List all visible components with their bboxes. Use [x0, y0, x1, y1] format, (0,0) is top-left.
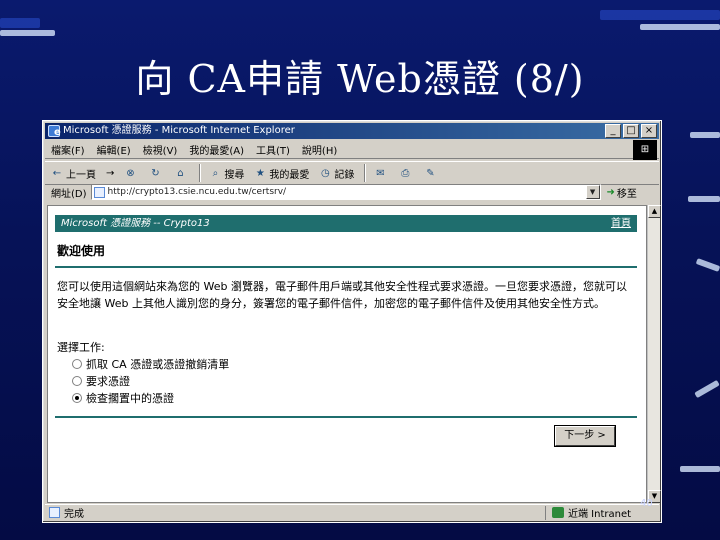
- intranet-zone-icon: [552, 507, 564, 518]
- menu-tools[interactable]: 工具(T): [256, 142, 290, 157]
- history-icon: ◷: [321, 167, 330, 179]
- task-option-request-cert[interactable]: 要求憑證: [72, 372, 229, 389]
- page-content: Microsoft 憑證服務 -- Crypto13 首頁 歡迎使用 您可以使用…: [47, 205, 647, 503]
- menu-view[interactable]: 檢視(V): [143, 142, 178, 157]
- decor-streak: [680, 466, 720, 472]
- decor-streak: [640, 24, 720, 30]
- print-icon: ⎙: [401, 167, 410, 179]
- search-button[interactable]: ⌕ 搜尋: [209, 166, 245, 181]
- task-option-download-ca[interactable]: 抓取 CA 憑證或憑證撤銷清單: [72, 355, 229, 372]
- radio-button[interactable]: [72, 375, 82, 386]
- history-button[interactable]: ◷ 記錄: [319, 166, 354, 181]
- radio-button[interactable]: [72, 358, 82, 369]
- slide-title: 向 CA申請 Web憑證 (8/): [135, 57, 585, 101]
- stop-button[interactable]: ⊗: [124, 167, 139, 179]
- zone-text: 近端 Intranet: [568, 509, 632, 520]
- mail-icon: ✉: [376, 167, 385, 179]
- refresh-icon: ↻: [151, 167, 160, 179]
- next-button[interactable]: 下一步 >: [554, 425, 616, 447]
- vertical-scrollbar[interactable]: ▲ ▼: [647, 205, 661, 503]
- home-button[interactable]: ⌂: [174, 167, 189, 179]
- divider: [55, 266, 637, 268]
- address-input[interactable]: http://crypto13.csie.ncu.edu.tw/certsrv/…: [90, 184, 601, 200]
- intro-text: 您可以使用這個網站來為您的 Web 瀏覽器，電子郵件用戶端或其他安全性程式要求憑…: [57, 280, 627, 310]
- minimize-button[interactable]: _: [605, 124, 621, 138]
- toolbar-separator: [364, 164, 367, 182]
- menu-bar: 檔案(F) 編輯(E) 檢視(V) 我的最愛(A) 工具(T) 說明(H): [45, 141, 659, 159]
- star-icon: ★: [255, 167, 265, 179]
- back-button[interactable]: ← 上一頁: [51, 166, 96, 181]
- decor-streak: [694, 379, 720, 399]
- slide-page-number: 40: [640, 498, 653, 509]
- menu-edit[interactable]: 編輯(E): [97, 142, 131, 157]
- decor-streak: [688, 196, 720, 202]
- task-label: 選擇工作:: [57, 341, 105, 354]
- radio-button-selected[interactable]: [72, 392, 82, 403]
- menu-favorites[interactable]: 我的最愛(A): [189, 142, 244, 157]
- cert-service-title: Microsoft 憑證服務 -- Crypto13: [61, 218, 210, 229]
- status-bar: 完成 近端 Intranet: [45, 504, 659, 520]
- window-titlebar[interactable]: e Microsoft 憑證服務 - Microsoft Internet Ex…: [45, 123, 659, 139]
- scroll-up-icon[interactable]: ▲: [648, 205, 661, 218]
- maximize-button[interactable]: □: [623, 124, 639, 138]
- stop-icon: ⊗: [126, 167, 135, 179]
- forward-button[interactable]: →: [106, 168, 114, 179]
- close-button[interactable]: ×: [641, 124, 657, 138]
- print-button[interactable]: ⎙: [399, 167, 414, 179]
- decor-streak: [695, 258, 720, 272]
- cert-service-header: Microsoft 憑證服務 -- Crypto13 首頁: [55, 215, 637, 232]
- decor-streak: [600, 10, 720, 20]
- toolbar-separator: [199, 164, 202, 182]
- decor-streak: [0, 30, 55, 36]
- decor-streak: [690, 132, 720, 138]
- ie-icon: e: [48, 125, 61, 138]
- page-icon: [93, 186, 105, 198]
- go-button[interactable]: ➜ 移至: [607, 185, 637, 200]
- chevron-down-icon[interactable]: ▼: [585, 185, 600, 199]
- back-arrow-icon: ←: [52, 167, 62, 179]
- divider: [55, 416, 637, 418]
- address-bar: 網址(D) http://crypto13.csie.ncu.edu.tw/ce…: [45, 181, 659, 203]
- edit-button[interactable]: ✎: [424, 167, 439, 179]
- task-option-check-pending[interactable]: 檢查擱置中的憑證: [72, 389, 229, 406]
- task-list: 抓取 CA 憑證或憑證撤銷清單 要求憑證 檢查擱置中的憑證: [72, 355, 229, 406]
- home-link[interactable]: 首頁: [611, 215, 631, 232]
- decor-streak: [0, 18, 40, 28]
- favorites-button[interactable]: ★ 我的最愛: [254, 166, 309, 181]
- status-text: 完成: [64, 509, 84, 520]
- refresh-button[interactable]: ↻: [149, 167, 164, 179]
- mail-button[interactable]: ✉: [374, 167, 389, 179]
- go-arrow-icon: ➜: [606, 186, 615, 198]
- search-icon: ⌕: [212, 167, 219, 179]
- address-url: http://crypto13.csie.ncu.edu.tw/certsrv/: [107, 187, 287, 197]
- address-label: 網址(D): [51, 188, 87, 200]
- welcome-heading: 歡迎使用: [57, 244, 106, 258]
- menu-help[interactable]: 說明(H): [302, 142, 337, 157]
- browser-window: e Microsoft 憑證服務 - Microsoft Internet Ex…: [42, 120, 662, 523]
- home-icon: ⌂: [177, 167, 184, 179]
- edit-icon: ✎: [426, 167, 435, 179]
- windows-logo-icon: ⊞: [633, 140, 657, 160]
- page-done-icon: [49, 507, 60, 518]
- menu-file[interactable]: 檔案(F): [51, 142, 85, 157]
- window-title: Microsoft 憑證服務 - Microsoft Internet Expl…: [63, 125, 295, 136]
